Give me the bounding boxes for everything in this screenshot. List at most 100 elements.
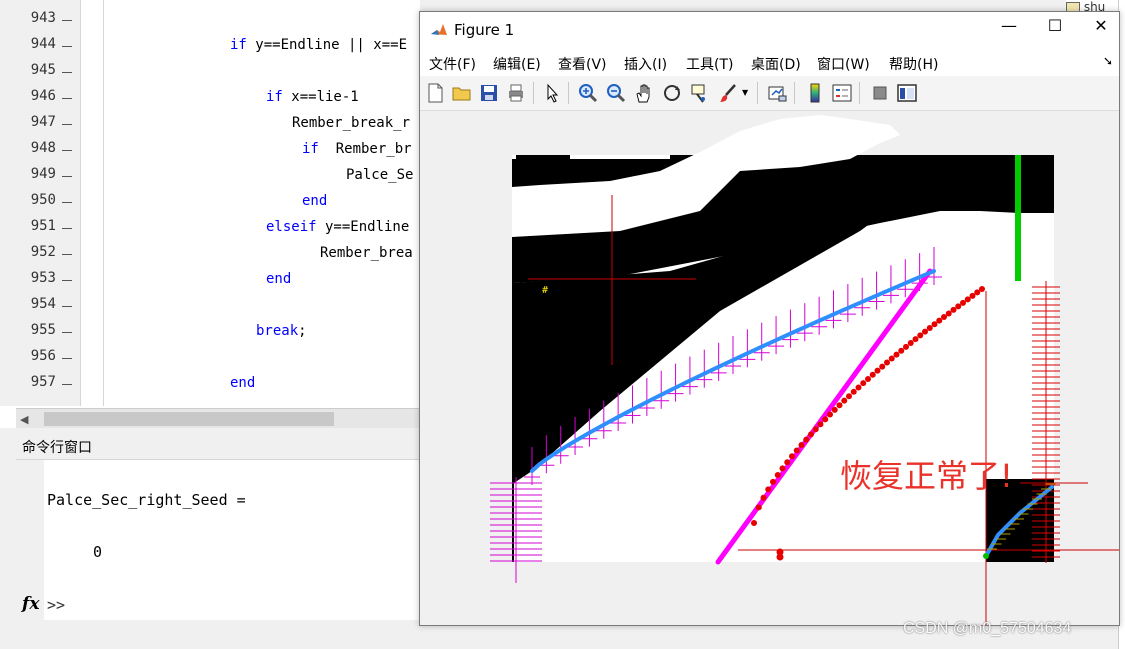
plot-axes[interactable]: # 恢复正常了! xyxy=(420,111,1119,625)
breakpoint-dash[interactable] xyxy=(62,332,72,333)
brush-icon[interactable] xyxy=(717,82,739,104)
code-keyword: break xyxy=(256,323,299,339)
red-dot xyxy=(955,303,962,310)
line-number: 944 xyxy=(30,36,56,52)
code-editor[interactable]: 943 944 945 946 947 948 949 950 951 952 953 954 955 9… xyxy=(0,0,420,428)
breakpoint-dash[interactable] xyxy=(62,306,72,307)
toolbar-separator xyxy=(794,82,795,104)
red-dot xyxy=(808,431,814,438)
scrollbar-thumb[interactable] xyxy=(44,412,334,426)
hide-plot-tools-icon[interactable] xyxy=(869,82,891,104)
breakpoint-dash[interactable] xyxy=(62,46,72,47)
zoom-in-icon[interactable] xyxy=(577,82,599,104)
select-pointer-icon[interactable] xyxy=(542,82,564,104)
brush-dropdown-icon[interactable]: ▼ xyxy=(742,88,748,97)
code-line[interactable]: elseif y==Endline xyxy=(266,219,409,235)
code-line[interactable]: Rember_brea xyxy=(320,245,413,261)
breakpoint-dash[interactable] xyxy=(62,358,72,359)
menu-tools[interactable]: 工具(T) xyxy=(686,54,733,74)
breakpoint-dash[interactable] xyxy=(62,124,72,125)
print-icon[interactable] xyxy=(505,82,527,104)
code-line[interactable]: end xyxy=(302,193,327,209)
red-dot xyxy=(760,494,767,501)
command-output[interactable]: Palce_Sec_right_Seed = 0 xyxy=(44,460,420,620)
menu-help[interactable]: 帮助(H) xyxy=(889,54,938,74)
red-dot xyxy=(770,478,776,485)
breakpoint-dash[interactable] xyxy=(62,228,72,229)
code-line[interactable]: end xyxy=(230,375,255,391)
breakpoint-dash[interactable] xyxy=(62,20,72,21)
menu-desktop[interactable]: 桌面(D) xyxy=(751,54,801,74)
colorbar-icon[interactable] xyxy=(804,82,826,104)
figure-title: Figure 1 xyxy=(454,21,515,39)
red-dot xyxy=(855,384,862,391)
command-window-left-strip xyxy=(0,460,16,649)
close-button[interactable]: ✕ xyxy=(1078,16,1124,46)
code-line[interactable]: break; xyxy=(256,323,307,339)
breakpoint-dash[interactable] xyxy=(62,384,72,385)
save-icon[interactable] xyxy=(478,82,500,104)
toolbar-separator xyxy=(859,82,860,104)
zoom-out-icon[interactable] xyxy=(605,82,627,104)
rotate-3d-icon[interactable] xyxy=(661,82,683,104)
figure-canvas[interactable]: # 恢复正常了! xyxy=(420,111,1119,625)
scroll-left-icon[interactable]: ◀ xyxy=(20,413,28,426)
red-dot xyxy=(869,371,876,378)
red-dot xyxy=(936,317,943,324)
figure-window[interactable]: Figure 1 — ☐ ✕ 文件(F) 编辑(E) 查看(V) 插入(I) 工… xyxy=(419,11,1120,626)
code-line[interactable]: Palce_Se xyxy=(346,167,413,183)
line-number: 948 xyxy=(30,140,56,156)
code-keyword: if xyxy=(230,37,247,53)
code-line[interactable]: if Rember_br xyxy=(302,141,412,157)
legend-icon[interactable] xyxy=(831,82,853,104)
code-line[interactable]: Rember_break_r xyxy=(292,115,410,131)
red-dot xyxy=(841,397,848,404)
red-dot xyxy=(907,339,914,346)
menu-edit[interactable]: 编辑(E) xyxy=(493,54,541,74)
code-keyword: end xyxy=(266,271,292,287)
code-keyword: if xyxy=(266,89,283,105)
menu-window[interactable]: 窗口(W) xyxy=(817,54,870,74)
pan-hand-icon[interactable] xyxy=(633,82,655,104)
code-line[interactable]: end xyxy=(266,271,291,287)
yellow-marker-cluster: # xyxy=(542,285,548,296)
breakpoint-dash[interactable] xyxy=(62,72,72,73)
breakpoint-dash[interactable] xyxy=(62,98,72,99)
menu-file[interactable]: 文件(F) xyxy=(429,54,476,74)
show-plot-tools-icon[interactable] xyxy=(896,82,918,104)
breakpoint-dash[interactable] xyxy=(62,280,72,281)
minimize-button[interactable]: — xyxy=(986,16,1032,46)
line-number: 956 xyxy=(30,348,56,364)
red-dot xyxy=(822,416,829,423)
breakpoint-dash[interactable] xyxy=(62,202,72,203)
fx-icon[interactable]: fx xyxy=(22,594,39,614)
link-plot-icon[interactable] xyxy=(766,82,788,104)
figure-titlebar[interactable]: Figure 1 — ☐ ✕ xyxy=(420,12,1119,50)
open-file-icon[interactable] xyxy=(451,82,473,104)
breakpoint-dash[interactable] xyxy=(62,254,72,255)
new-figure-icon[interactable] xyxy=(424,82,446,104)
menu-insert[interactable]: 插入(I) xyxy=(624,54,667,74)
red-dot xyxy=(836,402,843,409)
code-line[interactable]: if y==Endline || x==E xyxy=(230,37,407,53)
code-text: ; xyxy=(298,323,307,339)
code-text: Rember_brea xyxy=(320,245,413,261)
code-line[interactable]: if x==lie-1 xyxy=(266,89,359,105)
breakpoint-dash[interactable] xyxy=(62,150,72,151)
menu-view[interactable]: 查看(V) xyxy=(558,54,607,74)
red-dot xyxy=(765,486,772,493)
command-window-title[interactable]: 命令行窗口 xyxy=(16,436,420,460)
red-dot xyxy=(922,328,928,335)
annotation-text: 恢复正常了! xyxy=(840,457,1013,495)
line-number: 950 xyxy=(30,192,56,208)
breakpoint-dash[interactable] xyxy=(62,176,72,177)
code-keyword: end xyxy=(302,193,328,209)
horizontal-scrollbar[interactable]: ◀ xyxy=(16,408,420,428)
maximize-button[interactable]: ☐ xyxy=(1032,16,1078,46)
code-keyword: if xyxy=(302,141,319,157)
dock-arrow-icon[interactable]: ➘ xyxy=(1103,54,1113,68)
data-cursor-icon[interactable] xyxy=(689,82,711,104)
line-number: 945 xyxy=(30,62,56,78)
command-prompt[interactable]: >> xyxy=(47,596,65,614)
toolbar-separator xyxy=(757,82,758,104)
